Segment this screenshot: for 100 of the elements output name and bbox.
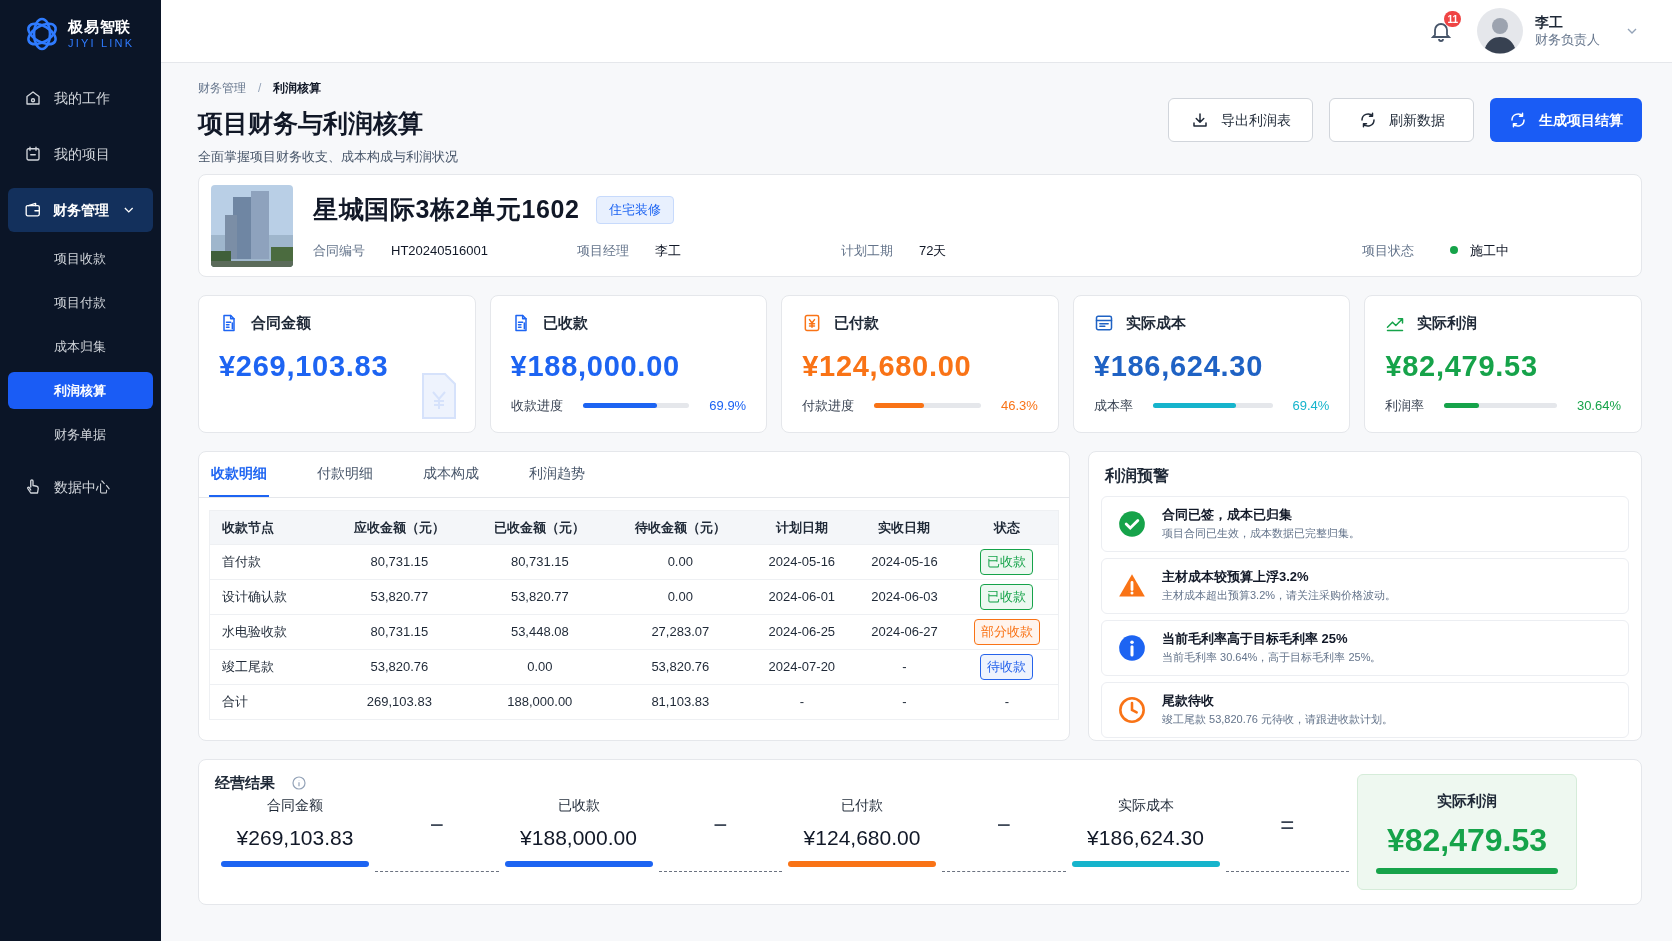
- stat-label: 已付款: [834, 313, 880, 333]
- progress-reading: 69.9%: [709, 397, 747, 415]
- nav-item[interactable]: 我的工作: [8, 76, 153, 120]
- tab[interactable]: 付款明细: [315, 452, 375, 497]
- table-cell: 2024-06-27: [853, 614, 956, 650]
- result-amount: ¥186,624.30: [1087, 824, 1204, 851]
- alert-title: 合同已签，成本已归集: [1162, 507, 1293, 524]
- nav-subitem[interactable]: 成本归集: [8, 328, 153, 365]
- table-cell: 水电验收款: [209, 614, 330, 650]
- table-cell: 竣工尾款: [209, 649, 330, 685]
- table-cell: 2024-06-01: [750, 579, 854, 615]
- alert-title: 主材成本较预算上浮3.2%: [1162, 569, 1310, 586]
- stat-label: 实际利润: [1417, 313, 1478, 333]
- operator: −: [996, 809, 1011, 840]
- operator: −: [713, 809, 728, 840]
- column-header: 应收金额（元）: [329, 510, 470, 545]
- logo-icon: [24, 16, 60, 52]
- table-cell: 0.00: [469, 649, 611, 685]
- table-cell: 2024-06-25: [750, 614, 854, 650]
- nav-item[interactable]: 财务管理: [8, 188, 153, 232]
- table-cell: 合计: [209, 684, 330, 720]
- operator: =: [1280, 809, 1295, 840]
- alert-text: 当前毛利率 30.64%，高于目标毛利率 25%。: [1162, 651, 1382, 665]
- table-cell: 0.00: [610, 579, 751, 615]
- result-label: 实际利润: [1437, 790, 1497, 811]
- brand-name: 极易智联: [68, 17, 132, 37]
- tab[interactable]: 收款明细: [209, 452, 269, 497]
- clock-icon: [1118, 696, 1146, 724]
- table-cell: 53,448.08: [469, 614, 611, 650]
- user-name: 李工: [1535, 14, 1564, 32]
- table-cell: 2024-05-16: [853, 544, 956, 580]
- table-cell: -: [955, 684, 1059, 720]
- action-button[interactable]: 生成项目结算: [1490, 98, 1642, 142]
- nav-item[interactable]: 数据中心: [8, 465, 153, 509]
- table-cell: -: [853, 684, 956, 720]
- nav-subitem[interactable]: 项目付款: [8, 284, 153, 321]
- alert-title: 当前毛利率高于目标毛利率 25%: [1162, 631, 1349, 648]
- column-header: 收款节点: [209, 510, 330, 545]
- field-value: 李工: [655, 241, 681, 260]
- table-cell: -: [750, 684, 854, 720]
- table-cell: -: [853, 649, 956, 685]
- notification-badge: 11: [1444, 11, 1461, 27]
- calendar-icon: [24, 145, 42, 163]
- alert-text: 项目合同已生效，成本数据已完整归集。: [1162, 527, 1360, 541]
- table-cell: 188,000.00: [469, 684, 611, 720]
- stat-amount: ¥186,624.30: [1093, 348, 1265, 384]
- page-title: 项目财务与利润核算: [198, 108, 424, 139]
- column-header: 计划日期: [750, 510, 854, 545]
- field-value: HT20240516001: [391, 241, 488, 260]
- table-cell: 80,731.15: [329, 614, 470, 650]
- result-label: 已收款: [557, 795, 600, 815]
- progress-label: 成本率: [1093, 397, 1133, 415]
- tab[interactable]: 成本构成: [421, 452, 481, 497]
- progress-label: 利润率: [1385, 397, 1425, 415]
- wallet-icon: [24, 201, 42, 219]
- nav-subitem[interactable]: 项目收款: [8, 240, 153, 277]
- nav-subitem[interactable]: 财务单据: [8, 416, 153, 453]
- table-cell: 53,820.76: [329, 649, 470, 685]
- progress-reading: 30.64%: [1576, 397, 1621, 415]
- stat-amount: ¥269,103.83: [219, 348, 390, 384]
- action-button[interactable]: 导出利润表: [1168, 98, 1313, 142]
- operator: −: [429, 809, 444, 840]
- table-cell: 53,820.76: [610, 649, 751, 685]
- result-amount: ¥269,103.83: [236, 824, 354, 851]
- avatar[interactable]: [1477, 8, 1523, 54]
- alert-text: 主材成本超出预算3.2%，请关注采购价格波动。: [1162, 589, 1397, 603]
- column-header: 待收金额（元）: [610, 510, 751, 545]
- breadcrumb-item[interactable]: 财务管理: [198, 79, 246, 97]
- project-tag: 住宅装修: [595, 196, 674, 224]
- status-tag: 已收款: [980, 584, 1034, 610]
- tab[interactable]: 利润趋势: [527, 452, 587, 497]
- stat-label: 已收款: [542, 313, 588, 333]
- refresh-icon: [1509, 111, 1527, 129]
- progress-label: 收款进度: [510, 397, 563, 415]
- breadcrumb-separator: /: [258, 80, 262, 97]
- check-icon: [1118, 510, 1146, 538]
- table-cell: 2024-06-03: [853, 579, 956, 615]
- result-amount: ¥188,000.00: [520, 824, 637, 851]
- result-label: 合同金额: [267, 795, 323, 815]
- panel-title: 经营结果: [215, 773, 275, 793]
- table-cell: 269,103.83: [329, 684, 470, 720]
- project-name: 星城国际3栋2单元1602: [313, 194, 580, 225]
- table-cell: 2024-07-20: [750, 649, 854, 685]
- stat-amount: ¥188,000.00: [510, 348, 681, 384]
- table-cell: 27,283.07: [610, 614, 751, 650]
- hand-icon: [24, 478, 42, 496]
- stat-amount: ¥124,680.00: [802, 348, 973, 384]
- nav-item[interactable]: 我的项目: [8, 132, 153, 176]
- refresh-icon: [1358, 111, 1377, 129]
- stat-label: 实际成本: [1125, 313, 1186, 333]
- field-value: 施工中: [1470, 241, 1509, 260]
- nav-subitem[interactable]: 利润核算: [8, 372, 153, 409]
- user-role: 财务负责人: [1535, 31, 1600, 48]
- status-tag: 待收款: [980, 654, 1034, 680]
- result-label: 已付款: [841, 795, 883, 815]
- table-cell: 80,731.15: [469, 544, 611, 580]
- result-label: 实际成本: [1117, 795, 1174, 815]
- action-button[interactable]: 刷新数据: [1329, 98, 1474, 142]
- info-icon: [291, 775, 307, 792]
- result-amount: ¥124,680.00: [803, 824, 921, 851]
